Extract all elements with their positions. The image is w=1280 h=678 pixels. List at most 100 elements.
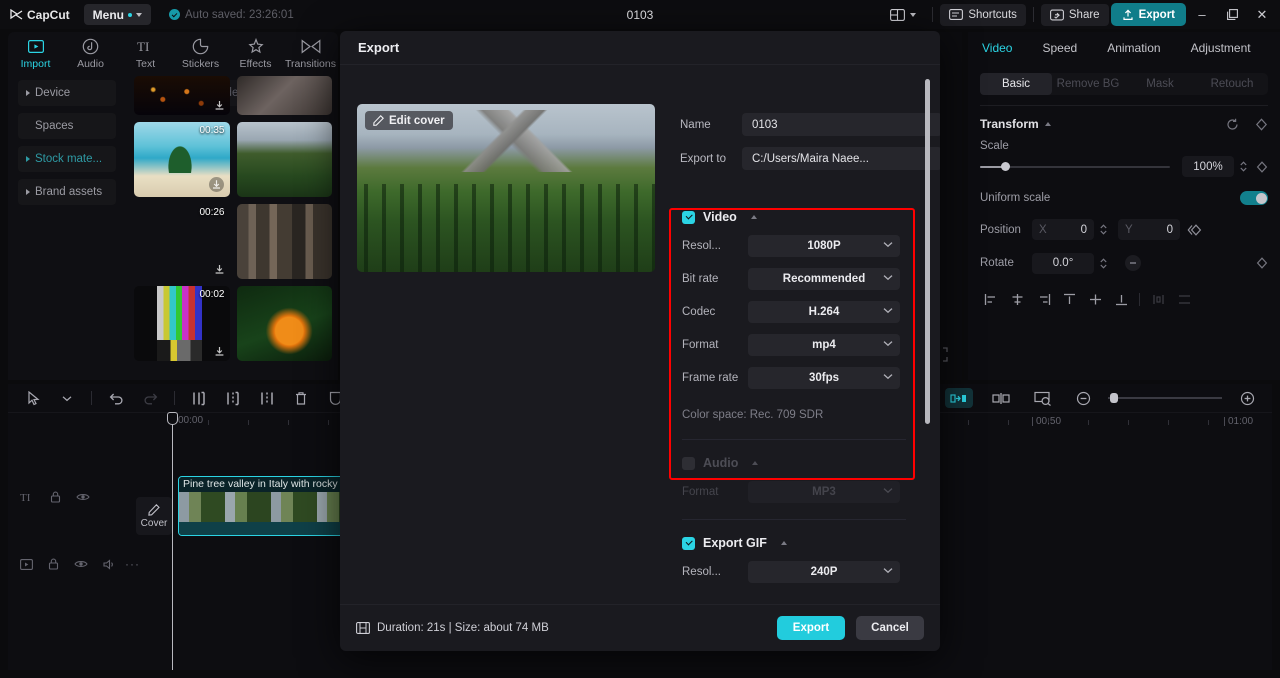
playhead[interactable] — [167, 412, 178, 670]
name-input[interactable]: 0103 — [742, 113, 940, 136]
thumbnail-item[interactable]: 00:35 — [134, 122, 230, 197]
cancel-button[interactable]: Cancel — [856, 616, 924, 640]
undo-icon[interactable] — [99, 384, 133, 412]
trim-right-icon[interactable] — [250, 384, 284, 412]
download-icon[interactable] — [214, 100, 225, 111]
minimize-button[interactable]: – — [1188, 4, 1216, 26]
download-icon[interactable] — [208, 176, 225, 193]
thumbnail-item[interactable] — [134, 76, 230, 115]
sidebar-item-brand-assets[interactable]: Brand assets — [18, 179, 116, 205]
framerate-select[interactable]: 30fps — [748, 367, 900, 389]
position-keyframe-icon[interactable] — [1187, 223, 1203, 236]
subtab-remove-bg[interactable]: Remove BG — [1052, 73, 1124, 95]
more-icon[interactable]: ··· — [125, 557, 140, 571]
rotate-keyframe-icon[interactable] — [1256, 257, 1268, 269]
thumbnail-item[interactable] — [236, 76, 332, 115]
export-to-input[interactable]: C:/Users/Maira Naee... — [742, 147, 940, 170]
eye-icon[interactable] — [74, 559, 88, 569]
rotate-stepper[interactable] — [1099, 257, 1108, 270]
resolution-select[interactable]: 1080P — [748, 235, 900, 257]
scale-stepper[interactable] — [1239, 160, 1248, 173]
video-checkbox[interactable] — [682, 210, 695, 224]
align-top-icon[interactable] — [1056, 288, 1082, 310]
bitrate-select[interactable]: Recommended — [748, 268, 900, 290]
thumbnail-item[interactable] — [236, 122, 332, 197]
cover-preview[interactable]: Edit cover — [357, 104, 655, 272]
redo-icon[interactable] — [133, 384, 167, 412]
align-bottom-icon[interactable] — [1108, 288, 1134, 310]
thumbnail-item[interactable] — [236, 204, 332, 279]
thumbnail-item[interactable]: 00:26 — [134, 204, 230, 279]
tab-transitions[interactable]: Transitions — [283, 38, 338, 70]
sidebar-item-spaces[interactable]: Spaces — [18, 113, 116, 139]
edit-cover-button[interactable]: Edit cover — [365, 111, 453, 130]
split-icon[interactable] — [182, 384, 216, 412]
codec-select[interactable]: H.264 — [748, 301, 900, 323]
thumbnail-item[interactable] — [236, 286, 332, 361]
align-center-horizontal-icon[interactable] — [1004, 288, 1030, 310]
caret-up-icon[interactable] — [780, 541, 787, 545]
cover-button[interactable]: Cover — [136, 497, 172, 535]
scale-keyframe-icon[interactable] — [1256, 160, 1268, 173]
tab-audio[interactable]: Audio — [63, 38, 118, 70]
sidebar-item-stock-materials[interactable]: Stock mate... — [18, 146, 116, 172]
distribute-vertical-icon[interactable] — [1171, 288, 1197, 310]
position-y-input[interactable]: Y 0 — [1118, 219, 1180, 240]
reset-icon[interactable] — [1226, 118, 1239, 131]
gif-resolution-select[interactable]: 240P — [748, 561, 900, 583]
zoom-slider-knob[interactable] — [1110, 393, 1118, 403]
delete-icon[interactable] — [284, 384, 318, 412]
sidebar-item-device[interactable]: Device — [18, 80, 116, 106]
zoom-out-icon[interactable] — [1066, 384, 1100, 412]
gif-checkbox[interactable] — [682, 536, 695, 550]
layout-selector[interactable] — [881, 4, 925, 26]
settings-scrollbar[interactable] — [925, 79, 930, 424]
position-x-stepper[interactable] — [1099, 223, 1108, 236]
rotate-value-input[interactable]: 0.0° — [1032, 252, 1094, 274]
keyframe-diamond-icon[interactable] — [1255, 117, 1268, 131]
uniform-scale-toggle[interactable] — [1240, 191, 1268, 205]
share-button[interactable]: Share — [1040, 3, 1109, 26]
tab-video[interactable]: Video — [982, 41, 1012, 55]
playhead-handle[interactable] — [167, 412, 178, 425]
scale-slider[interactable] — [980, 160, 1170, 174]
close-button[interactable]: ✕ — [1248, 4, 1276, 26]
tab-animation[interactable]: Animation — [1107, 41, 1160, 55]
split-marker-icon[interactable] — [984, 384, 1018, 412]
caret-up-icon[interactable] — [1044, 122, 1051, 126]
align-right-icon[interactable] — [1030, 288, 1056, 310]
subtab-basic[interactable]: Basic — [980, 73, 1052, 95]
thumbnail-item[interactable]: 00:02 — [134, 286, 230, 361]
export-button-top[interactable]: Export — [1110, 3, 1186, 26]
tab-speed[interactable]: Speed — [1042, 41, 1077, 55]
position-x-input[interactable]: X 0 — [1032, 219, 1094, 240]
tab-stickers[interactable]: Stickers — [173, 38, 228, 70]
subtab-retouch[interactable]: Retouch — [1196, 73, 1268, 95]
zoom-in-icon[interactable] — [1230, 384, 1264, 412]
export-confirm-button[interactable]: Export — [777, 616, 845, 640]
keyframe-next-icon[interactable] — [945, 388, 973, 408]
audio-checkbox[interactable] — [682, 456, 695, 470]
tab-adjustment[interactable]: Adjustment — [1191, 41, 1251, 55]
preview-icon[interactable] — [1026, 384, 1060, 412]
rotate-dial-icon[interactable] — [1122, 252, 1144, 274]
caret-up-icon[interactable] — [750, 215, 757, 219]
volume-icon[interactable] — [103, 558, 116, 570]
eye-icon[interactable] — [76, 492, 90, 502]
align-center-vertical-icon[interactable] — [1082, 288, 1108, 310]
distribute-horizontal-icon[interactable] — [1145, 288, 1171, 310]
format-select[interactable]: mp4 — [748, 334, 900, 356]
select-cursor-icon[interactable] — [16, 384, 50, 412]
trim-left-icon[interactable] — [216, 384, 250, 412]
shortcuts-button[interactable]: Shortcuts — [940, 3, 1026, 26]
tab-effects[interactable]: Effects — [228, 38, 283, 70]
zoom-slider[interactable] — [1108, 393, 1222, 403]
lock-icon[interactable] — [48, 558, 59, 570]
download-icon[interactable] — [214, 264, 225, 275]
caret-up-icon[interactable] — [752, 461, 759, 465]
align-left-icon[interactable] — [978, 288, 1004, 310]
download-icon[interactable] — [214, 346, 225, 357]
scale-value-input[interactable]: 100% — [1182, 156, 1234, 177]
tab-import[interactable]: Import — [8, 38, 63, 70]
cursor-dropdown-icon[interactable] — [50, 384, 84, 412]
